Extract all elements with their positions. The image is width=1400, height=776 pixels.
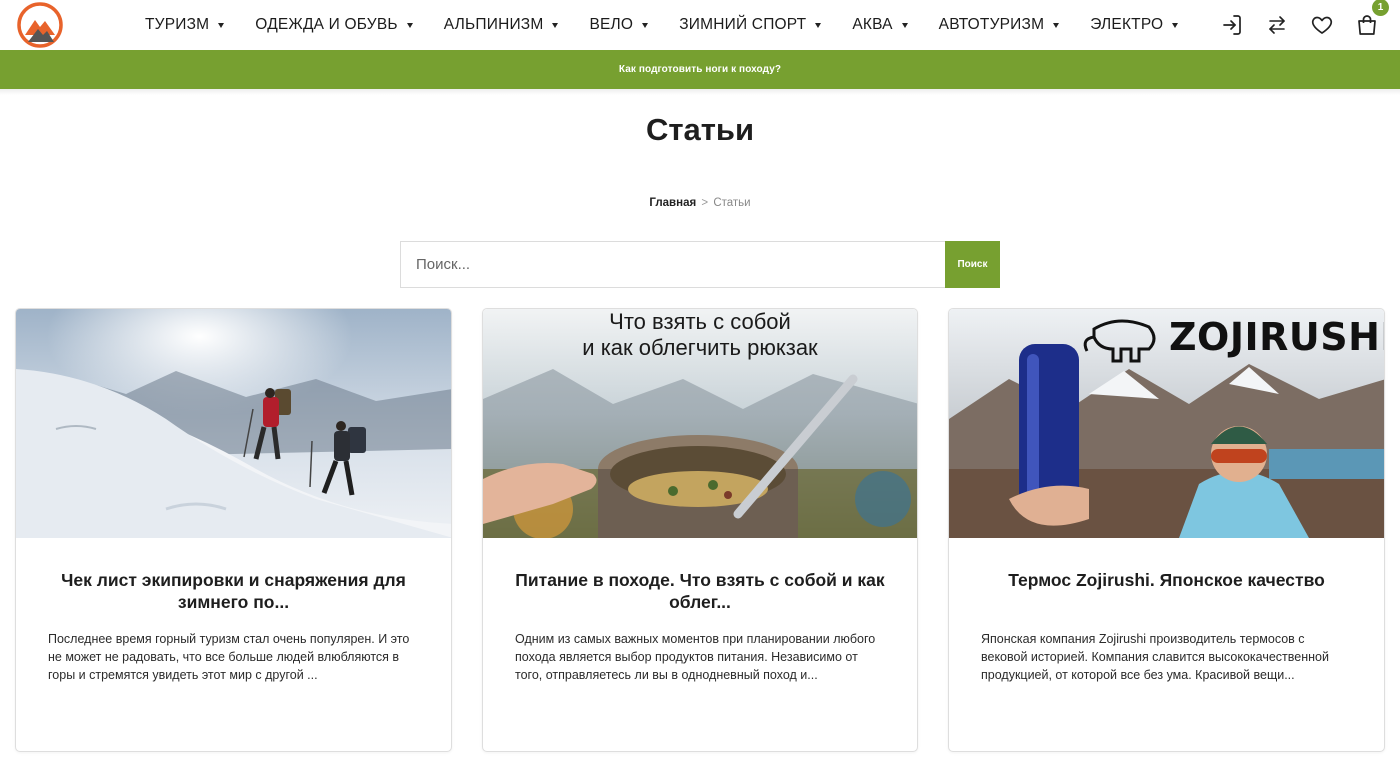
article-excerpt: Японская компания Zojirushi производител… <box>981 632 1329 682</box>
main-nav: ТУРИЗМ ОДЕЖДА И ОБУВЬ АЛЬПИНИЗМ ВЕЛО ЗИМ… <box>145 0 1209 50</box>
breadcrumb-current: Статьи <box>713 197 751 209</box>
article-image-winter-hikers[interactable] <box>16 309 451 538</box>
breadcrumb-separator: > <box>701 197 709 209</box>
caret-down-icon <box>642 22 649 28</box>
page-title: Статьи <box>645 112 755 147</box>
article-image-zojirushi-thermos[interactable]: ZOJIRUSHI <box>949 309 1384 538</box>
article-card[interactable]: Что взять с собой и как облегчить рюкзак… <box>482 308 918 752</box>
article-title[interactable]: Термос Zojirushi. Японское качество <box>979 569 1354 591</box>
caret-down-icon <box>815 22 822 28</box>
nav-item-electro[interactable]: ЭЛЕКТРО <box>1090 16 1179 34</box>
nav-item-label: АЛЬПИНИЗМ <box>443 16 544 33</box>
site-logo[interactable] <box>16 2 64 48</box>
article-title[interactable]: Чек лист экипировки и снаряжения для зим… <box>46 569 421 613</box>
nav-item-aqua[interactable]: АКВА <box>852 16 908 34</box>
cart-count-badge: 1 <box>1372 0 1389 16</box>
article-card[interactable]: Чек лист экипировки и снаряжения для зим… <box>15 308 452 752</box>
nav-item-label: АВТОТУРИЗМ <box>938 16 1045 33</box>
promo-bar: Как подготовить ноги к походу? <box>0 50 1400 89</box>
brand-logo-text: ZOJIRUSHI <box>1169 315 1384 359</box>
nav-item-label: ТУРИЗМ <box>145 16 210 33</box>
caret-down-icon <box>1172 22 1179 28</box>
caret-down-icon <box>1053 22 1060 28</box>
breadcrumb: Главная > Статьи <box>0 197 1400 209</box>
nav-item-velo[interactable]: ВЕЛО <box>589 16 649 34</box>
nav-item-label: АКВА <box>852 16 893 33</box>
nav-item-turizm[interactable]: ТУРИЗМ <box>145 16 225 34</box>
article-search: Поиск <box>400 241 1000 288</box>
nav-item-label: ВЕЛО <box>589 16 634 33</box>
article-card[interactable]: ZOJIRUSHI Термос Zojirushi. Японское кач… <box>948 308 1385 752</box>
search-input[interactable] <box>400 241 945 288</box>
caret-down-icon <box>901 22 908 28</box>
search-button[interactable]: Поиск <box>945 241 1000 288</box>
heart-icon[interactable] <box>1309 12 1335 38</box>
nav-item-label: ЗИМНИЙ СПОРТ <box>679 16 807 33</box>
nav-item-label: ОДЕЖДА И ОБУВЬ <box>255 16 398 33</box>
login-icon[interactable] <box>1219 12 1245 38</box>
caret-down-icon <box>218 22 225 28</box>
breadcrumb-home-link[interactable]: Главная <box>649 197 696 209</box>
image-caption-line: Что взять с собой <box>609 309 791 334</box>
site-header: ТУРИЗМ ОДЕЖДА И ОБУВЬ АЛЬПИНИЗМ ВЕЛО ЗИМ… <box>0 0 1400 50</box>
article-excerpt: Последнее время горный туризм стал очень… <box>48 632 410 682</box>
caret-down-icon <box>552 22 559 28</box>
nav-item-alpinism[interactable]: АЛЬПИНИЗМ <box>444 16 559 34</box>
header-actions: 1 <box>1200 0 1389 50</box>
nav-item-autoturizm[interactable]: АВТОТУРИЗМ <box>939 16 1060 34</box>
article-title[interactable]: Питание в походе. Что взять с собой и ка… <box>513 569 887 613</box>
article-excerpt: Одним из самых важных моментов при плани… <box>515 632 876 682</box>
nav-item-winter-sport[interactable]: ЗИМНИЙ СПОРТ <box>679 16 822 34</box>
caret-down-icon <box>406 22 413 28</box>
promo-shadow <box>0 89 1400 95</box>
article-image-camp-food[interactable]: Что взять с собой и как облегчить рюкзак <box>483 309 917 538</box>
nav-item-label: ЭЛЕКТРО <box>1090 16 1164 33</box>
compare-icon[interactable] <box>1264 12 1290 38</box>
promo-link[interactable]: Как подготовить ноги к походу? <box>619 64 781 75</box>
image-caption-line: и как облегчить рюкзак <box>582 335 818 360</box>
shopping-bag-icon[interactable]: 1 <box>1354 0 1389 38</box>
nav-item-clothing[interactable]: ОДЕЖДА И ОБУВЬ <box>255 16 413 34</box>
